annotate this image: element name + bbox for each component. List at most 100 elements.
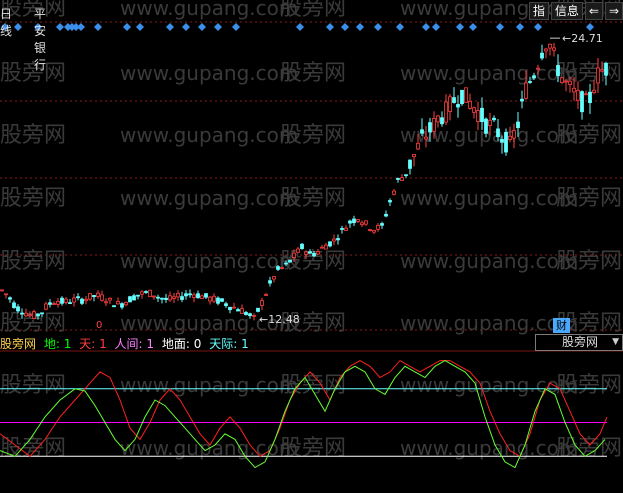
param-renjian-value: 1 (146, 337, 155, 351)
watermark-text: www.gupang.com (400, 61, 578, 85)
forward-arrow-icon[interactable]: ⇒ (604, 2, 623, 20)
top-right-toolbar: 指 信息 ⇐ ⇒ (528, 2, 623, 20)
candle-body (416, 142, 420, 150)
candle-body (140, 291, 144, 295)
candle-body (484, 118, 488, 134)
chevron-down-icon[interactable]: ▼ (612, 335, 619, 350)
candle-body (88, 293, 92, 300)
param-tianji-value: 1 (241, 337, 249, 351)
candle-body (100, 294, 104, 301)
candle-body (412, 154, 416, 158)
candle-body (120, 303, 124, 308)
watermark-text: www.gupang.com (400, 249, 578, 273)
candle-body (168, 295, 172, 301)
candle-body (148, 289, 152, 298)
candle-body (144, 291, 148, 293)
indicator-selector[interactable]: 股旁网 ▼ (535, 334, 623, 351)
candle-body (132, 295, 136, 301)
param-dimian-label: 地面: (161, 337, 190, 351)
param-tianji: 天际: 1 (209, 337, 249, 351)
candle-body (16, 306, 20, 312)
candle-body (92, 295, 96, 298)
candle-body (452, 97, 456, 103)
candle-body (460, 89, 464, 105)
candle-body (368, 229, 372, 231)
candle-body (364, 220, 368, 225)
candle-body (556, 65, 560, 76)
candle-body (72, 297, 76, 303)
zero-marker: 0 (96, 320, 102, 331)
watermark-text: www.gupang.com (120, 61, 298, 85)
watermark-text: www.gupang.com (400, 373, 578, 397)
candle-body (300, 243, 304, 249)
candle-body (512, 130, 516, 139)
watermark-text: www.gupang.com (400, 311, 578, 335)
candle-body (68, 302, 72, 305)
watermark-text: 股旁网 (0, 61, 66, 86)
candle-body (440, 117, 444, 125)
indicator-name[interactable]: 股旁网 (0, 337, 36, 351)
candle-body (0, 289, 4, 292)
candle-body (528, 81, 532, 83)
candle-body (312, 252, 316, 257)
watermark-text: 股旁网 (280, 0, 346, 21)
finance-badge[interactable]: 财 (553, 318, 570, 333)
signal-diamond (469, 23, 477, 31)
signal-diamond (56, 23, 64, 31)
candle-body (76, 296, 80, 299)
candle-body (492, 117, 496, 121)
candle-body (288, 259, 292, 263)
candle-body (604, 63, 608, 76)
candle-body (60, 297, 64, 304)
signal-diamond (14, 23, 22, 31)
signal-diamond (123, 23, 131, 31)
param-di-label: 地: (43, 337, 60, 351)
candle-body (372, 229, 376, 233)
candle-body (400, 177, 404, 181)
chart-canvas[interactable]: 股旁网www.gupang.com股旁网www.gupang.com股旁网股旁网… (0, 0, 623, 493)
candle-body (280, 267, 284, 269)
candle-body (200, 295, 204, 299)
candle-body (208, 296, 212, 302)
candle-body (108, 297, 112, 301)
watermark-text: www.gupang.com (400, 123, 578, 147)
indicator-selector-value: 股旁网 (562, 335, 599, 349)
watermark-text: 股旁网 (280, 61, 346, 86)
candle-body (308, 251, 312, 254)
watermark-text: 股旁网 (0, 186, 66, 211)
back-arrow-icon[interactable]: ⇐ (584, 2, 603, 20)
watermark-text: 股旁网 (0, 373, 66, 398)
param-renjian-label: 人间: (114, 337, 143, 351)
candle-body (356, 219, 360, 222)
candle-body (380, 223, 384, 226)
candle-body (524, 82, 528, 99)
candle-body (468, 100, 472, 109)
candle-body (296, 248, 300, 253)
candle-body (44, 303, 48, 310)
candle-body (224, 303, 228, 306)
candle-body (272, 276, 276, 280)
candle-body (336, 238, 340, 241)
indicator-button[interactable]: 指 (528, 2, 549, 20)
candle-body (248, 313, 252, 317)
candle-body (424, 136, 428, 140)
high-price-label: ←24.71 (562, 32, 603, 45)
candle-body (600, 69, 604, 72)
candle-body (384, 213, 388, 217)
candle-body (64, 298, 68, 303)
candle-body (324, 244, 328, 250)
candle-body (96, 292, 100, 297)
candle-body (536, 67, 540, 70)
watermark-text: 股旁网 (556, 249, 622, 274)
watermark-text: www.gupang.com (400, 186, 578, 210)
signal-diamond (586, 23, 594, 31)
watermark-text: 股旁网 (280, 436, 346, 461)
candle-body (184, 293, 188, 297)
candle-body (420, 129, 424, 134)
period-label[interactable]: 日线 (0, 5, 12, 39)
info-button[interactable]: 信息 (550, 2, 583, 20)
candle-body (304, 251, 308, 255)
candle-body (128, 296, 132, 303)
watermark-text: 股旁网 (556, 186, 622, 211)
candle-body (276, 266, 280, 270)
